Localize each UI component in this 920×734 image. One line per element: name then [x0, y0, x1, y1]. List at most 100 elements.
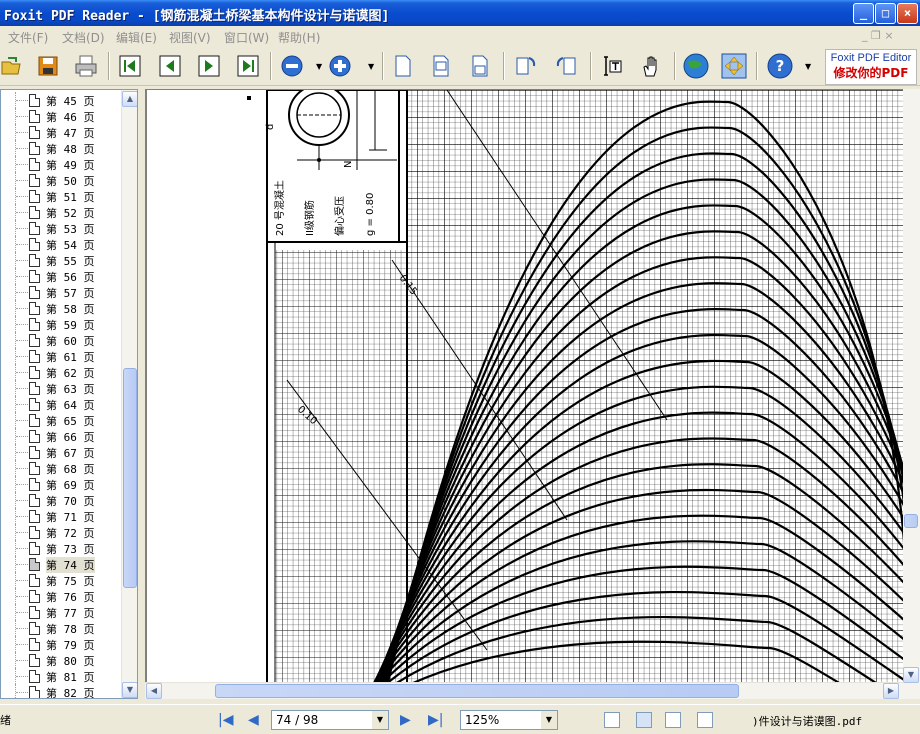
- status-last-page-icon[interactable]: ▶|: [428, 712, 443, 728]
- help-icon[interactable]: ?: [767, 53, 793, 79]
- page-list-item[interactable]: 第 64 页: [1, 396, 121, 412]
- snapshot-icon[interactable]: [720, 52, 748, 80]
- scroll-right-icon[interactable]: ▶: [883, 683, 899, 699]
- menu-edit[interactable]: 编辑(E): [116, 29, 157, 46]
- fit-width-icon[interactable]: [429, 54, 453, 78]
- doc-scroll-thumb[interactable]: [904, 514, 918, 528]
- view-single-icon[interactable]: [604, 712, 620, 728]
- page-list-item[interactable]: 第 49 页: [1, 156, 121, 172]
- page-list-item[interactable]: 第 65 页: [1, 412, 121, 428]
- page-list-item[interactable]: 第 74 页: [1, 556, 121, 573]
- maximize-button[interactable]: □: [875, 3, 896, 24]
- page-list-item[interactable]: 第 61 页: [1, 348, 121, 364]
- page-list-scrollbar[interactable]: ▲ ▼: [121, 90, 137, 698]
- menu-window[interactable]: 窗口(W): [224, 29, 269, 46]
- text-select-icon[interactable]: [600, 54, 624, 78]
- view-cont-facing-icon[interactable]: [697, 712, 713, 728]
- single-page-icon[interactable]: [391, 54, 415, 78]
- zoom-in-icon[interactable]: [328, 54, 352, 78]
- page-list-item[interactable]: 第 79 页: [1, 636, 121, 652]
- status-prev-page-icon[interactable]: ◀: [248, 712, 259, 728]
- title-bar[interactable]: Foxit PDF Reader - [钢筋混凝土桥梁基本构件设计与诺谟图] _…: [0, 0, 920, 26]
- page-list-item[interactable]: 第 77 页: [1, 604, 121, 620]
- page-list-item[interactable]: 第 69 页: [1, 476, 121, 492]
- page-list-label: 第 46 页: [46, 111, 95, 124]
- scroll-down-icon[interactable]: ▼: [122, 682, 137, 698]
- rotate-cw-icon[interactable]: [514, 54, 538, 78]
- page-list-item[interactable]: 第 56 页: [1, 268, 121, 284]
- page-list-item[interactable]: 第 70 页: [1, 492, 121, 508]
- hand-tool-icon[interactable]: [639, 54, 663, 78]
- page-list-item[interactable]: 第 75 页: [1, 572, 121, 588]
- menu-document[interactable]: 文档(D): [62, 29, 105, 46]
- page-list-item[interactable]: 第 59 页: [1, 316, 121, 332]
- page-list-item[interactable]: 第 51 页: [1, 188, 121, 204]
- page-list-item[interactable]: 第 82 页: [1, 684, 121, 698]
- page-list-item[interactable]: 第 55 页: [1, 252, 121, 268]
- menu-view[interactable]: 视图(V): [169, 29, 211, 46]
- page-list-item[interactable]: 第 45 页: [1, 92, 121, 108]
- page-list-item[interactable]: 第 48 页: [1, 140, 121, 156]
- document-view[interactable]: d N 20 号混凝土 II级钢筋 偏心受压 g = 0.80 0.15 0.1…: [145, 89, 920, 699]
- page-list-item[interactable]: 第 47 页: [1, 124, 121, 140]
- view-facing-icon[interactable]: [665, 712, 681, 728]
- close-button[interactable]: ×: [897, 3, 918, 24]
- view-continuous-icon[interactable]: [636, 712, 652, 728]
- web-icon[interactable]: [682, 52, 710, 80]
- page-list-item[interactable]: 第 54 页: [1, 236, 121, 252]
- mdi-controls[interactable]: _ ❐ ×: [862, 29, 894, 42]
- first-page-icon[interactable]: [118, 54, 142, 78]
- save-icon[interactable]: [36, 54, 60, 78]
- status-first-page-icon[interactable]: |◀: [218, 712, 233, 728]
- page-list-item[interactable]: 第 46 页: [1, 108, 121, 124]
- scroll-left-icon[interactable]: ◀: [146, 683, 162, 699]
- status-next-page-icon[interactable]: ▶: [400, 712, 411, 728]
- page-list-item[interactable]: 第 66 页: [1, 428, 121, 444]
- zoom-dropdown-icon[interactable]: ▼: [541, 711, 557, 729]
- scroll-up-icon[interactable]: ▲: [122, 91, 137, 107]
- zoom-out-dropdown-icon[interactable]: ▼: [316, 62, 322, 71]
- page-list-item[interactable]: 第 76 页: [1, 588, 121, 604]
- scroll-thumb[interactable]: [123, 368, 137, 588]
- page-list-item[interactable]: 第 60 页: [1, 332, 121, 348]
- page-list-item[interactable]: 第 68 页: [1, 460, 121, 476]
- page-list-item[interactable]: 第 81 页: [1, 668, 121, 684]
- page-list-item[interactable]: 第 80 页: [1, 652, 121, 668]
- h-scroll-thumb[interactable]: [215, 684, 739, 698]
- last-page-icon[interactable]: [236, 54, 260, 78]
- doc-text-eccentric: 偏心受压: [333, 196, 346, 236]
- help-dropdown-icon[interactable]: ▼: [805, 62, 811, 71]
- rotate-ccw-icon[interactable]: [554, 54, 578, 78]
- document-horizontal-scrollbar[interactable]: ◀ ▶: [145, 682, 903, 699]
- page-list-item[interactable]: 第 63 页: [1, 380, 121, 396]
- doc-scroll-down-icon[interactable]: ▼: [903, 667, 919, 683]
- minimize-button[interactable]: _: [853, 3, 874, 24]
- page-number-input[interactable]: 74 / 98 ▼: [271, 710, 389, 730]
- page-icon: [29, 206, 40, 219]
- page-list-item[interactable]: 第 57 页: [1, 284, 121, 300]
- page-list-item[interactable]: 第 71 页: [1, 508, 121, 524]
- fit-page-icon[interactable]: [468, 54, 492, 78]
- page-list-item[interactable]: 第 78 页: [1, 620, 121, 636]
- page-list-item[interactable]: 第 72 页: [1, 524, 121, 540]
- document-vertical-scrollbar[interactable]: ▼: [903, 89, 920, 699]
- next-page-icon[interactable]: [197, 54, 221, 78]
- page-list-item[interactable]: 第 53 页: [1, 220, 121, 236]
- menu-file[interactable]: 文件(F): [8, 29, 48, 46]
- print-icon[interactable]: [74, 54, 98, 78]
- zoom-select[interactable]: 125% ▼: [460, 710, 558, 730]
- page-list-item[interactable]: 第 67 页: [1, 444, 121, 460]
- page-list-item[interactable]: 第 73 页: [1, 540, 121, 556]
- menu-help[interactable]: 帮助(H): [278, 29, 320, 46]
- page-icon: [29, 382, 40, 395]
- zoom-out-icon[interactable]: [280, 54, 304, 78]
- page-dropdown-icon[interactable]: ▼: [372, 711, 388, 729]
- page-list-item[interactable]: 第 62 页: [1, 364, 121, 380]
- foxit-editor-ad[interactable]: Foxit PDF Editor 修改你的PDF: [825, 49, 917, 85]
- zoom-in-dropdown-icon[interactable]: ▼: [368, 62, 374, 71]
- page-list-item[interactable]: 第 50 页: [1, 172, 121, 188]
- prev-page-icon[interactable]: [158, 54, 182, 78]
- page-list-item[interactable]: 第 52 页: [1, 204, 121, 220]
- open-icon[interactable]: [0, 54, 24, 78]
- page-list-item[interactable]: 第 58 页: [1, 300, 121, 316]
